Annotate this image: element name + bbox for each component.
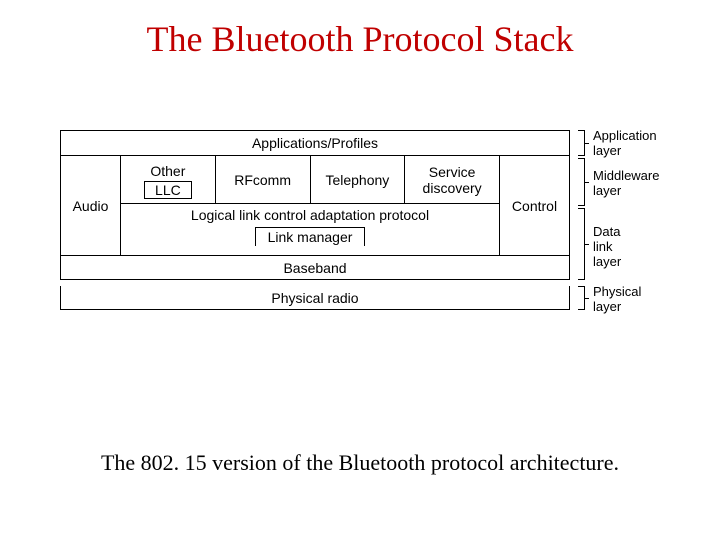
- mw-l1: Middleware: [593, 168, 659, 183]
- label-application-layer: Application layer: [593, 128, 657, 158]
- cell-other-llc: Other LLC: [121, 156, 215, 203]
- sd-line1: Service: [429, 164, 476, 180]
- al-l2: layer: [593, 143, 621, 158]
- brace-application: [575, 130, 585, 156]
- dl-l2: link: [593, 239, 613, 254]
- label-llcap: Logical link control adaptation protocol: [191, 207, 429, 223]
- middleware-row: Other LLC RFcomm Telephony Service disco…: [121, 156, 499, 204]
- label-control: Control: [499, 156, 569, 255]
- brace-data-link: [575, 208, 585, 280]
- row-applications: Applications/Profiles: [60, 130, 570, 156]
- middle-column: Other LLC RFcomm Telephony Service disco…: [121, 156, 499, 255]
- label-service-discovery: Service discovery: [404, 156, 499, 203]
- label-link-manager: Link manager: [255, 227, 366, 246]
- sd-line2: discovery: [423, 180, 482, 196]
- cell-llcap: Logical link control adaptation protocol…: [121, 204, 499, 255]
- label-physical-radio: Physical radio: [61, 286, 569, 309]
- row-baseband: Baseband: [60, 256, 570, 280]
- label-llc: LLC: [144, 181, 192, 199]
- ph-l2: layer: [593, 299, 621, 314]
- label-data-link-layer: Data link layer: [593, 224, 621, 269]
- row-middle: Audio Other LLC RFcomm Telephony Service…: [60, 156, 570, 256]
- label-baseband: Baseband: [61, 256, 569, 279]
- label-applications: Applications/Profiles: [61, 131, 569, 155]
- row-physical-radio: Physical radio: [60, 286, 570, 310]
- page-title: The Bluetooth Protocol Stack: [0, 0, 720, 60]
- protocol-stack-diagram: Applications/Profiles Audio Other LLC RF…: [60, 130, 570, 310]
- label-audio: Audio: [61, 156, 121, 255]
- brace-middleware: [575, 158, 585, 206]
- label-other: Other: [150, 163, 185, 179]
- label-physical-layer: Physical layer: [593, 284, 641, 314]
- ph-l1: Physical: [593, 284, 641, 299]
- mw-l2: layer: [593, 183, 621, 198]
- dl-l3: layer: [593, 254, 621, 269]
- caption: The 802. 15 version of the Bluetooth pro…: [0, 450, 720, 476]
- label-middleware-layer: Middleware layer: [593, 168, 659, 198]
- label-rfcomm: RFcomm: [215, 156, 310, 203]
- dl-l1: Data: [593, 224, 620, 239]
- al-l1: Application: [593, 128, 657, 143]
- label-telephony: Telephony: [310, 156, 405, 203]
- brace-physical: [575, 286, 585, 310]
